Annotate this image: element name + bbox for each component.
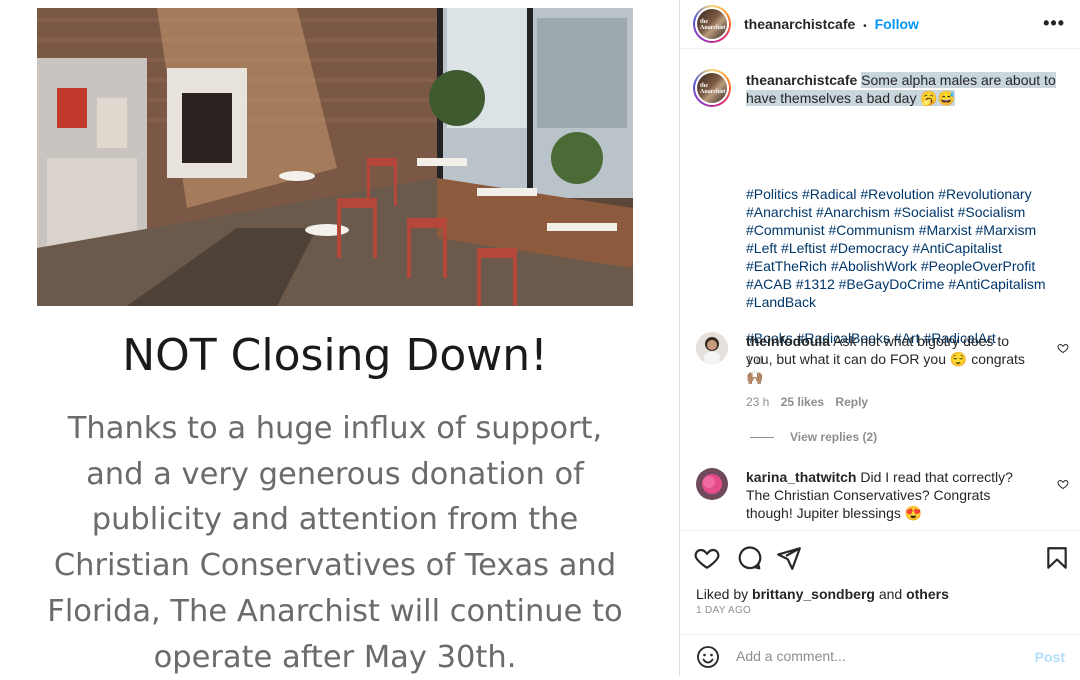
caption-hashtags[interactable]: #Politics #Radical #Revolution #Revoluti… [746,185,1066,311]
commenter-avatar[interactable] [696,468,728,500]
post-side-panel: the Anarchist theanarchistcafe • Follow … [679,0,1080,676]
save-bookmark-icon[interactable] [1044,545,1070,571]
liked-user[interactable]: brittany_sondberg [752,586,875,602]
comment-username[interactable]: karina_thatwitch [746,469,856,485]
avatar[interactable]: the Anarchist [693,5,731,43]
liked-and: and [878,586,903,602]
post-media-panel: NOT Closing Down! Thanks to a huge influ… [0,0,679,676]
post-headline: NOT Closing Down! [122,330,548,381]
liked-others[interactable]: others [906,586,949,602]
comment-time: 23 h [746,395,770,409]
caption-username[interactable]: theanarchistcafe [746,72,857,88]
more-options-icon[interactable]: ••• [1043,13,1065,34]
action-bar: Liked by brittany_sondberg and others 1 … [680,530,1080,626]
emoji-icon[interactable] [696,645,720,669]
heart-icon[interactable] [1057,342,1069,354]
caption-emoji: 🥱😅 [920,90,956,106]
comment-bubble-icon[interactable] [736,545,762,571]
view-replies-label: View replies (2) [790,430,878,444]
commenter-photo [696,468,728,500]
comment-text-block: karina_thatwitch Did I read that correct… [746,468,1036,522]
cafe-photo [37,8,633,306]
separator-dot: • [863,21,867,32]
commenter-avatar[interactable] [696,332,728,364]
header-username[interactable]: theanarchistcafe [744,16,855,32]
post-time: 1 DAY AGO [696,605,752,616]
liked-prefix: Liked by [696,586,749,602]
caption-avatar[interactable]: the Anarchist [693,69,731,107]
follow-button[interactable]: Follow [875,16,919,32]
add-comment-bar: Post [680,634,1080,676]
comment-input[interactable] [736,644,1016,668]
like-heart-icon[interactable] [694,545,720,571]
commenter-photo [696,332,728,364]
caption-avatar-logo-text: the Anarchist [700,83,726,95]
cafe-interior-image [37,8,633,306]
comment-likes[interactable]: 25 likes [781,395,824,409]
avatar-logo-text: the Anarchist [700,19,726,31]
post-button[interactable]: Post [1035,649,1065,665]
heart-icon[interactable] [1057,478,1069,490]
share-send-icon[interactable] [776,545,802,571]
view-replies-line [750,437,774,439]
post-body-text: Thanks to a huge influx of support, and … [47,411,623,675]
header-user-row: theanarchistcafe • Follow [744,16,919,32]
reply-button[interactable]: Reply [835,395,868,409]
liked-by: Liked by brittany_sondberg and others [696,586,949,602]
comment-username[interactable]: theinfodoula [746,333,830,349]
comment-text-block: theinfodoula Ask not what bigotry does t… [746,332,1036,386]
comment-meta: 23 h 25 likes Reply [746,395,868,409]
caption-text-block: theanarchistcafe Some alpha males are ab… [746,71,1061,107]
view-replies-button[interactable]: View replies (2) [750,430,877,444]
post-header: the Anarchist theanarchistcafe • Follow … [680,0,1080,49]
